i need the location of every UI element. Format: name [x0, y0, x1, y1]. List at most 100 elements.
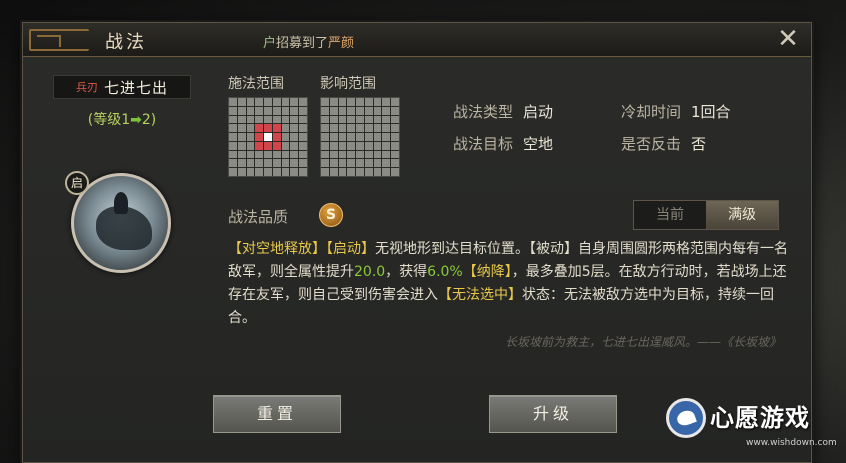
- effect-range-grid: [320, 97, 400, 177]
- range-cell: [382, 150, 391, 159]
- watermark-url: www.wishdown.com: [746, 438, 837, 448]
- range-cell: [272, 150, 281, 159]
- range-cell: [373, 115, 382, 124]
- range-cell: [356, 124, 364, 133]
- range-cell: [321, 106, 329, 115]
- range-cell: [329, 133, 338, 141]
- counter-label: 是否反击: [621, 135, 682, 153]
- range-cell: [255, 159, 264, 168]
- title-bar: 战法 户招募到了严颜 ✕: [23, 23, 811, 57]
- level-view-toggle: 当前 满级: [633, 200, 779, 230]
- range-cell: [237, 159, 246, 168]
- range-cell: [321, 168, 329, 176]
- range-cell: [338, 159, 347, 168]
- range-cell: [290, 133, 299, 141]
- range-cell: [237, 150, 246, 159]
- range-cell: [281, 124, 290, 133]
- range-cell: [255, 115, 264, 124]
- recruit-notice: 户招募到了严颜: [263, 32, 354, 51]
- skill-type: 战法类型 启动: [453, 101, 553, 122]
- tab-max-level[interactable]: 满级: [706, 201, 778, 229]
- range-cell: [391, 133, 399, 141]
- range-cell: [229, 168, 237, 176]
- range-cell: [299, 124, 307, 133]
- range-cell: [264, 168, 272, 176]
- skill-name: 七进七出: [103, 78, 168, 97]
- counterattack: 是否反击否: [621, 133, 706, 154]
- range-cell: [321, 150, 329, 159]
- range-cell: [338, 133, 347, 141]
- range-cell: [347, 133, 356, 141]
- tab-current[interactable]: 当前: [634, 201, 706, 229]
- range-cell: [382, 98, 391, 106]
- range-cell: [229, 159, 237, 168]
- range-cell: [356, 115, 364, 124]
- range-cell: [264, 141, 272, 150]
- range-cell: [364, 98, 373, 106]
- range-cell: [246, 106, 255, 115]
- range-cell: [299, 141, 307, 150]
- range-cell: [290, 141, 299, 150]
- wish-logo-icon: [666, 398, 706, 438]
- range-cell: [281, 115, 290, 124]
- level-to: 2: [141, 112, 151, 128]
- skill-dialog: 战法 户招募到了严颜 ✕ 兵刃 七进七出 (等级1➡2) 启 施法范围 影响范围…: [22, 22, 812, 463]
- avatar-badge: 启: [65, 171, 89, 195]
- range-cell: [264, 106, 272, 115]
- range-cell: [264, 98, 272, 106]
- range-cell: [382, 168, 391, 176]
- range-cell: [264, 133, 272, 141]
- range-cell: [373, 98, 382, 106]
- range-cell: [281, 106, 290, 115]
- range-cell: [321, 98, 329, 106]
- range-cell: [329, 141, 338, 150]
- range-cell: [281, 150, 290, 159]
- level-prefix: (等级: [87, 112, 122, 128]
- range-cell: [382, 141, 391, 150]
- skill-target: 战法目标 空地: [453, 133, 553, 154]
- watermark-title: 心愿游戏: [710, 404, 810, 432]
- range-cell: [338, 150, 347, 159]
- range-cell: [246, 141, 255, 150]
- skill-name-box: 兵刃 七进七出: [53, 75, 191, 99]
- range-cell: [321, 141, 329, 150]
- range-cell: [382, 159, 391, 168]
- range-cell: [299, 98, 307, 106]
- range-cell: [272, 106, 281, 115]
- range-cell: [347, 141, 356, 150]
- range-cell: [229, 141, 237, 150]
- range-cell: [347, 115, 356, 124]
- range-cell: [391, 168, 399, 176]
- range-cell: [356, 106, 364, 115]
- upgrade-button[interactable]: 升级: [489, 395, 617, 433]
- desc-status-tag: 【无法选中】: [438, 287, 522, 303]
- range-cell: [338, 141, 347, 150]
- range-cell: [356, 133, 364, 141]
- range-cell: [364, 159, 373, 168]
- range-cell: [290, 168, 299, 176]
- range-cell: [338, 106, 347, 115]
- range-cell: [364, 150, 373, 159]
- range-cell: [338, 168, 347, 176]
- range-cell: [264, 124, 272, 133]
- range-cell: [237, 141, 246, 150]
- range-cell: [272, 168, 281, 176]
- close-icon[interactable]: ✕: [775, 26, 801, 53]
- range-cell: [364, 106, 373, 115]
- reset-button[interactable]: 重置: [213, 395, 341, 433]
- range-cell: [255, 124, 264, 133]
- range-cell: [391, 98, 399, 106]
- range-cell: [229, 106, 237, 115]
- counter-value: 否: [691, 135, 707, 153]
- range-cell: [329, 124, 338, 133]
- range-cell: [347, 106, 356, 115]
- range-cell: [356, 168, 364, 176]
- ornament-icon: [29, 29, 89, 51]
- cooldown-label: 冷却时间: [621, 103, 682, 121]
- quality-label: 战法品质: [228, 208, 289, 226]
- window-title: 战法: [105, 32, 147, 53]
- range-cell: [299, 159, 307, 168]
- range-cell: [290, 150, 299, 159]
- range-cell: [382, 106, 391, 115]
- range-cell: [391, 150, 399, 159]
